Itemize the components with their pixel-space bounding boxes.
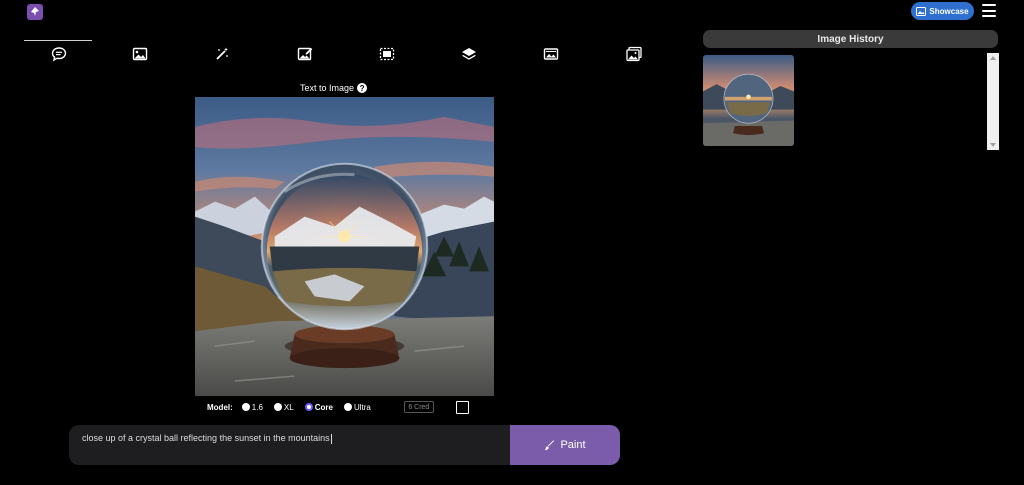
hamburger-menu-icon[interactable]: [982, 4, 996, 17]
help-icon[interactable]: ?: [357, 83, 368, 93]
panorama-icon: [543, 48, 559, 60]
option-checkbox[interactable]: [455, 400, 469, 414]
credits-badge: 6 Cred: [403, 401, 434, 413]
model-option-label: XL: [283, 402, 294, 412]
chat-bubble-icon: [51, 47, 67, 62]
model-option-1-6[interactable]: 1.6: [241, 402, 263, 412]
section-title-text: Text to Image: [300, 83, 355, 93]
tab-gallery[interactable]: [625, 45, 643, 63]
generated-image[interactable]: [195, 97, 494, 396]
tab-sketch[interactable]: [213, 45, 231, 63]
model-label: Model:: [207, 402, 233, 412]
prompt-bar: close up of a crystal ball reflecting th…: [69, 425, 620, 465]
scroll-down-icon[interactable]: [990, 143, 996, 147]
paint-button[interactable]: Paint: [510, 425, 620, 465]
tab-text-to-image[interactable]: [50, 45, 68, 63]
model-option-label: 1.6: [251, 402, 263, 412]
scroll-up-icon[interactable]: [990, 56, 996, 60]
model-option-ultra[interactable]: Ultra: [343, 402, 371, 412]
tab-layers[interactable]: [460, 45, 478, 63]
selection-frame-icon: [379, 47, 395, 61]
app-root: Showcase Text to Image ? Model: 1.6 XL C…: [0, 0, 1024, 485]
model-option-label: Core: [314, 402, 333, 412]
history-thumbnail[interactable]: [703, 55, 794, 146]
image-history-header: Image History: [703, 30, 998, 48]
edit-image-icon: [297, 47, 313, 61]
images-icon: [626, 46, 642, 62]
image-icon: [132, 47, 148, 61]
paint-button-label: Paint: [560, 439, 586, 451]
model-option-xl[interactable]: XL: [273, 402, 294, 412]
section-title: Text to Image ?: [300, 83, 390, 93]
history-scrollbar[interactable]: [987, 53, 999, 150]
magic-wand-icon: [216, 47, 228, 60]
radio-button[interactable]: [241, 403, 250, 411]
prompt-input[interactable]: close up of a crystal ball reflecting th…: [82, 433, 507, 444]
active-tab-indicator: [24, 40, 92, 41]
app-logo-icon[interactable]: [27, 4, 43, 20]
gallery-icon: [916, 6, 927, 16]
tab-outpaint[interactable]: [378, 45, 396, 63]
brush-icon: [545, 439, 555, 450]
tab-inpaint[interactable]: [296, 45, 314, 63]
tab-image-to-image[interactable]: [131, 45, 149, 63]
showcase-button[interactable]: Showcase: [911, 2, 974, 20]
model-option-core[interactable]: Core: [304, 402, 333, 412]
radio-button-checked[interactable]: [304, 403, 313, 411]
radio-button[interactable]: [273, 403, 282, 411]
showcase-label: Showcase: [929, 6, 969, 16]
layers-icon: [462, 48, 476, 60]
radio-button[interactable]: [343, 403, 352, 411]
model-selector: Model: 1.6 XL Core Ultra 6 Cred: [207, 400, 469, 414]
model-option-label: Ultra: [353, 402, 371, 412]
tab-remove-background[interactable]: [542, 45, 560, 63]
